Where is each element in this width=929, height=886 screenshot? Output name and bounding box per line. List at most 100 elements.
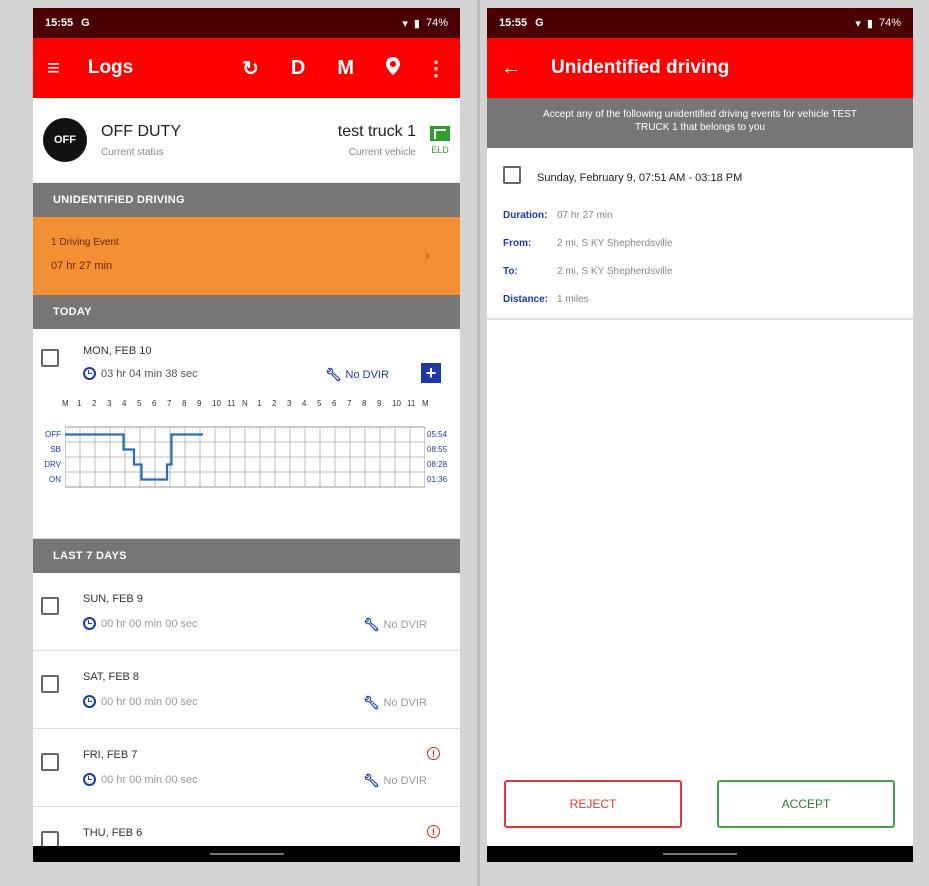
app-bar: ← Unidentified driving <box>487 38 913 98</box>
row-day-label: FRI, FEB 7 <box>83 749 138 761</box>
status-bar: 15:55 G ▾ ▮ 74% <box>33 8 460 38</box>
graph-hour-label: 7 <box>347 399 352 408</box>
graph-hour-label: 9 <box>197 399 202 408</box>
from-field: From: 2 mi, S KY Shepherdsville <box>503 238 672 249</box>
graph-hour-label: 3 <box>287 399 292 408</box>
graph-hour-label: 8 <box>182 399 187 408</box>
wifi-icon: ▾ <box>402 17 408 30</box>
graph-hour-label: 11 <box>227 399 236 408</box>
duty-status: OFF DUTY <box>101 122 181 140</box>
accept-button[interactable]: ACCEPT <box>717 780 895 828</box>
graph-status-label: DRV <box>44 460 61 469</box>
graph-status-labels: OFF SB DRV ON <box>33 427 61 487</box>
current-vehicle-caption: Current vehicle <box>348 146 416 158</box>
wrench-icon: 🔧︎ <box>325 367 342 382</box>
event-checkbox[interactable] <box>503 166 521 184</box>
graph-hour-label: 4 <box>302 399 307 408</box>
row-checkbox[interactable] <box>41 753 59 771</box>
row-checkbox[interactable] <box>41 597 59 615</box>
eld-connection[interactable]: ELD <box>430 125 450 155</box>
page-title: Logs <box>87 57 134 78</box>
back-arrow-icon[interactable]: ← <box>501 57 521 80</box>
log-row-sun[interactable]: SUN, FEB 9 00 hr 00 min 00 sec 🔧︎ No DVI… <box>33 573 460 651</box>
driver-d-button[interactable]: D <box>291 57 305 80</box>
violation-alert-icon[interactable]: ! <box>427 747 440 760</box>
distance-field: Distance: 1 miles <box>503 294 589 305</box>
to-label: To: <box>503 266 518 277</box>
graph-hour-label: 5 <box>137 399 142 408</box>
today-day-label: MON, FEB 10 <box>83 345 152 357</box>
graph-hour-label: M <box>62 399 69 408</box>
row-checkbox[interactable] <box>41 675 59 693</box>
more-icon[interactable]: ⋮ <box>426 56 446 81</box>
graph-hour-label: 9 <box>377 399 382 408</box>
unidentified-driving-card[interactable]: 1 Driving Event 07 hr 27 min › <box>33 217 460 295</box>
row-dvir-text: No DVIR <box>383 619 427 631</box>
battery-percent: 74% <box>878 17 901 29</box>
row-dvir-status[interactable]: 🔧︎ No DVIR <box>363 617 427 633</box>
graph-hour-label: 11 <box>407 399 416 408</box>
location-pin-icon[interactable] <box>386 56 400 80</box>
graph-status-total: 01:36 <box>427 475 448 484</box>
battery-icon: ▮ <box>866 17 873 30</box>
row-duration: 00 hr 00 min 00 sec <box>83 617 198 630</box>
graph-hour-label: 10 <box>392 399 401 408</box>
from-value: 2 mi, S KY Shepherdsville <box>557 238 673 249</box>
battery-icon: ▮ <box>413 17 420 30</box>
distance-label: Distance: <box>503 294 549 305</box>
duration-label: Duration: <box>503 210 548 221</box>
logs-screen: 15:55 G ▾ ▮ 74% ≡ Logs ↻ D M ⋮ OFF OFF D… <box>33 8 460 862</box>
g-icon: G <box>535 17 544 29</box>
row-day-label: THU, FEB 6 <box>83 827 143 839</box>
row-day-label: SAT, FEB 8 <box>83 671 140 683</box>
graph-hour-label: N <box>242 399 248 408</box>
graph-hour-label: 2 <box>92 399 97 408</box>
graph-hour-label: 3 <box>107 399 112 408</box>
add-dvir-button[interactable]: + <box>421 363 441 383</box>
row-duration: 00 hr 00 min 00 sec <box>83 773 198 786</box>
row-dvir-status[interactable]: 🔧︎ No DVIR <box>363 695 427 711</box>
hos-log-graph <box>65 426 425 488</box>
row-dvir-status[interactable]: 🔧︎ No DVIR <box>363 773 427 789</box>
duty-status-badge[interactable]: OFF <box>43 118 87 162</box>
log-row-sat[interactable]: SAT, FEB 8 00 hr 00 min 00 sec 🔧︎ No DVI… <box>33 651 460 729</box>
current-vehicle: test truck 1 <box>337 122 416 140</box>
today-log-row[interactable]: MON, FEB 10 03 hr 04 min 38 sec 🔧︎ No DV… <box>33 329 460 539</box>
graph-status-label: SB <box>50 445 61 454</box>
graph-hour-label: 8 <box>362 399 367 408</box>
clock-icon <box>83 367 96 380</box>
reject-button[interactable]: REJECT <box>504 780 682 828</box>
today-duration: 03 hr 04 min 38 sec <box>83 367 198 380</box>
wrench-icon: 🔧︎ <box>363 617 380 632</box>
home-indicator[interactable] <box>209 853 284 855</box>
row-duration-text: 00 hr 00 min 00 sec <box>101 773 198 786</box>
today-checkbox[interactable] <box>41 349 59 367</box>
wifi-icon: ▾ <box>855 17 861 30</box>
graph-status-label: ON <box>49 475 61 484</box>
graph-status-label: OFF <box>45 430 61 439</box>
graph-status-total: 08:55 <box>427 445 448 454</box>
unidentified-event-duration: 07 hr 27 min <box>51 260 113 272</box>
violation-alert-icon[interactable]: ! <box>427 825 440 838</box>
status-bar: 15:55 G ▾ ▮ 74% <box>487 8 913 38</box>
clock-icon <box>83 617 96 630</box>
unidentified-event-card[interactable]: Sunday, February 9, 07:51 AM - 03:18 PM … <box>487 148 913 320</box>
menu-icon[interactable]: ≡ <box>47 55 60 81</box>
duration-field: Duration: 07 hr 27 min <box>503 210 613 221</box>
graph-hour-label: M <box>422 399 429 408</box>
graph-hour-label: 1 <box>77 399 82 408</box>
log-row-fri[interactable]: FRI, FEB 7 ! 00 hr 00 min 00 sec 🔧︎ No D… <box>33 729 460 807</box>
clock-icon <box>83 695 96 708</box>
clock-time: 15:55 <box>45 17 74 29</box>
today-dvir-status[interactable]: 🔧︎ No DVIR <box>325 367 389 383</box>
to-field: To: 2 mi, S KY Shepherdsville <box>503 266 672 277</box>
eld-connected-icon <box>430 125 450 141</box>
home-indicator[interactable] <box>663 853 737 855</box>
sync-icon[interactable]: ↻ <box>242 56 259 81</box>
row-dvir-text: No DVIR <box>383 697 427 709</box>
row-duration-text: 00 hr 00 min 00 sec <box>101 617 198 630</box>
today-dvir-text: No DVIR <box>345 369 389 381</box>
mode-m-button[interactable]: M <box>337 57 354 80</box>
navigation-bar <box>487 846 913 862</box>
current-status-row[interactable]: OFF OFF DUTY Current status test truck 1… <box>33 98 460 183</box>
